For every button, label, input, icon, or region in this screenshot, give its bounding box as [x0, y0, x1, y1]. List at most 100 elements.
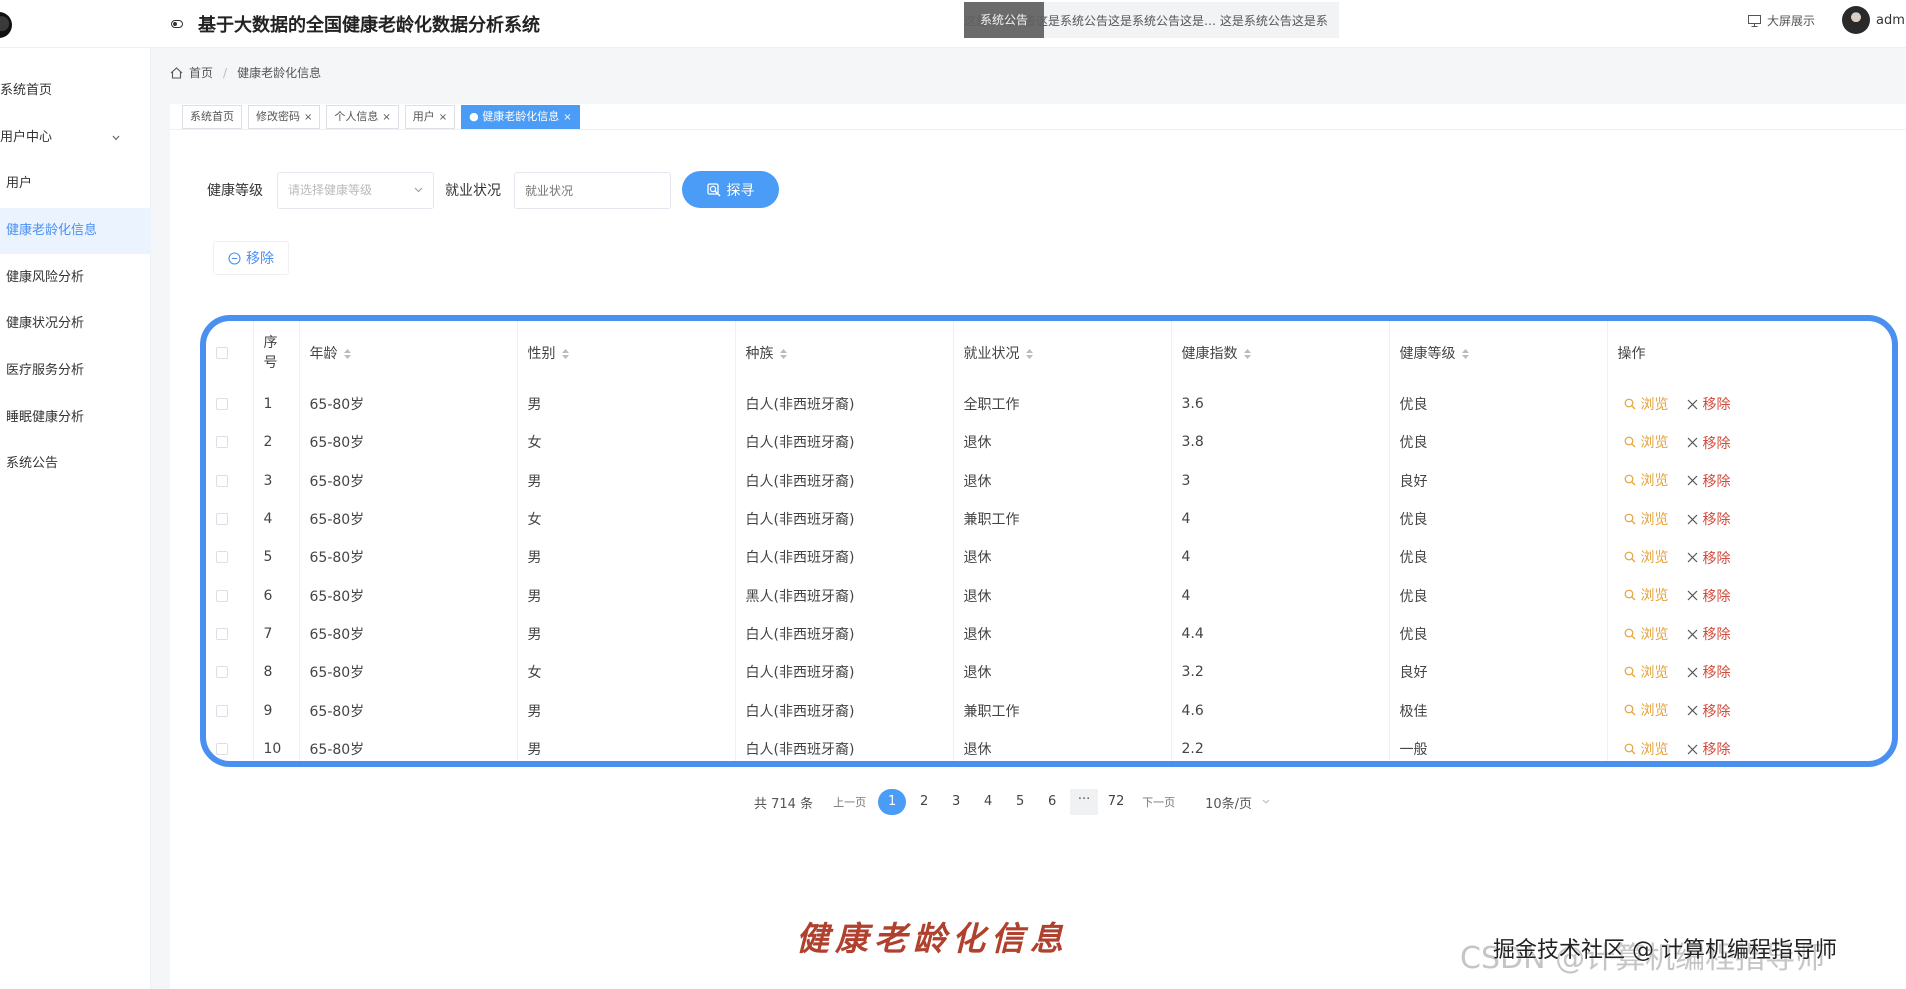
user-menu[interactable]: admi	[1842, 6, 1906, 34]
employment-input[interactable]	[514, 172, 671, 209]
column-header-level[interactable]: 健康等级	[1389, 321, 1608, 385]
row-checkbox[interactable]	[216, 742, 228, 755]
delete-button[interactable]: 移除	[1687, 471, 1731, 491]
cell-health-index: 3	[1171, 461, 1390, 500]
cell-gender: 男	[517, 385, 736, 424]
breadcrumb-home[interactable]: 首页	[189, 64, 213, 81]
close-icon[interactable]: ×	[382, 112, 390, 123]
row-checkbox[interactable]	[216, 436, 228, 449]
row-checkbox[interactable]	[216, 513, 228, 526]
view-button[interactable]: 浏览	[1624, 585, 1669, 605]
pagination-page-2[interactable]: 2	[910, 789, 938, 815]
cell-health-index: 3.2	[1171, 653, 1390, 692]
row-checkbox[interactable]	[216, 398, 228, 411]
cell-health-level: 优良	[1389, 576, 1608, 615]
notice-marquee[interactable]: 这是系统公告这是系统公告这是系统公告这是… 这是系统公告这是系 系统公告	[964, 2, 1339, 38]
sidebar-item-status-analysis[interactable]: 健康状况分析	[0, 301, 151, 347]
chevron-down-icon	[1262, 799, 1270, 804]
close-icon[interactable]: ×	[563, 112, 571, 123]
search-icon	[1624, 743, 1635, 755]
big-screen-link[interactable]: 大屏展示	[1748, 12, 1815, 29]
table-row: 7 65-80岁男白人(非西班牙裔) 退休 4.4 优良 浏览 移除	[206, 614, 1892, 654]
close-icon	[1687, 744, 1697, 754]
tag-change-password[interactable]: 修改密码 ×	[248, 104, 321, 129]
pagination-next[interactable]: 下一页	[1142, 794, 1175, 810]
close-icon[interactable]: ×	[304, 112, 312, 123]
row-checkbox[interactable]	[216, 627, 228, 640]
tag-profile[interactable]: 个人信息 ×	[326, 104, 399, 129]
sort-icon	[1243, 349, 1251, 359]
search-button-label: 探寻	[726, 182, 755, 199]
pagination-page-6[interactable]: 6	[1038, 789, 1066, 815]
close-icon[interactable]: ×	[439, 112, 447, 123]
delete-button[interactable]: 移除	[1687, 662, 1731, 682]
sidebar-item-user-center[interactable]: 用户中心	[0, 115, 151, 161]
sidebar-item-health-aging[interactable]: 健康老龄化信息	[0, 208, 151, 254]
sidebar-item-risk-analysis[interactable]: 健康风险分析	[0, 255, 151, 301]
sidebar-item-medical-analysis[interactable]: 医疗服务分析	[0, 348, 151, 394]
cell-gender: 男	[517, 691, 736, 730]
view-button[interactable]: 浏览	[1624, 470, 1669, 490]
tag-home[interactable]: 系统首页	[182, 104, 242, 129]
cell-race: 白人(非西班牙裔)	[735, 691, 954, 730]
delete-button[interactable]: 移除	[1687, 624, 1731, 644]
view-button[interactable]: 浏览	[1624, 509, 1669, 529]
view-button[interactable]: 浏览	[1624, 432, 1669, 452]
view-button[interactable]: 浏览	[1624, 700, 1669, 720]
row-checkbox[interactable]	[216, 589, 228, 602]
pagination-prev[interactable]: 上一页	[833, 794, 866, 810]
pagination-page-5[interactable]: 5	[1006, 789, 1034, 815]
pagination-page-3[interactable]: 3	[942, 789, 970, 815]
tag-health-aging[interactable]: ● 健康老龄化信息 ×	[461, 104, 580, 129]
view-button[interactable]: 浏览	[1624, 547, 1669, 567]
big-screen-label: 大屏展示	[1767, 14, 1816, 28]
cell-health-index: 4.6	[1171, 691, 1390, 730]
pagination-page-4[interactable]: 4	[974, 789, 1002, 815]
delete-button[interactable]: 移除	[1687, 701, 1731, 721]
tag-users[interactable]: 用户 ×	[404, 104, 456, 129]
column-header-employment[interactable]: 就业状况	[953, 321, 1172, 385]
health-level-select[interactable]: 请选择健康等级	[277, 172, 434, 209]
row-checkbox[interactable]	[216, 551, 228, 564]
delete-button[interactable]: 移除	[1687, 586, 1731, 606]
table-body: 1 65-80岁男白人(非西班牙裔) 全职工作 3.6 优良 浏览 移除 2 65-80岁女白人…	[206, 385, 1892, 761]
column-header-index[interactable]: 健康指数	[1171, 321, 1390, 385]
sidebar-item-notice[interactable]: 系统公告	[0, 441, 151, 487]
sidebar-item-sleep-analysis[interactable]: 睡眠健康分析	[0, 395, 151, 441]
sidebar-item-home[interactable]: 系统首页	[0, 68, 151, 114]
delete-button[interactable]: 移除	[1687, 433, 1731, 453]
cell-race: 白人(非西班牙裔)	[735, 461, 954, 500]
close-icon	[1687, 552, 1697, 563]
batch-remove-button[interactable]: 移除	[213, 241, 289, 275]
delete-button[interactable]: 移除	[1687, 509, 1731, 529]
search-button[interactable]: 探寻	[682, 171, 779, 208]
table-header-row: 序号 年龄 性别 种族 就业状况 健康指数 健康等级 操作	[206, 321, 1892, 385]
cell-gender: 男	[517, 614, 736, 654]
view-button[interactable]: 浏览	[1624, 739, 1669, 759]
pagination-page-last[interactable]: 72	[1102, 789, 1130, 815]
view-button[interactable]: 浏览	[1624, 662, 1669, 682]
delete-button[interactable]: 移除	[1687, 548, 1731, 568]
select-all-checkbox[interactable]	[216, 347, 228, 359]
row-checkbox[interactable]	[216, 474, 228, 487]
column-header-age[interactable]: 年龄	[299, 321, 518, 385]
row-select-cell	[206, 538, 254, 577]
delete-button[interactable]: 移除	[1687, 739, 1731, 759]
pagination-page-1[interactable]: 1	[878, 789, 907, 815]
column-header-gender[interactable]: 性别	[517, 321, 736, 385]
page-size-select[interactable]: 10条/页	[1205, 793, 1270, 812]
view-button[interactable]: 浏览	[1624, 394, 1669, 414]
collapse-sidebar-icon[interactable]	[171, 20, 183, 28]
view-button[interactable]: 浏览	[1624, 624, 1669, 644]
pagination-ellipsis[interactable]: ···	[1070, 789, 1099, 815]
cell-race: 白人(非西班牙裔)	[735, 614, 954, 654]
column-header-race[interactable]: 种族	[735, 321, 954, 385]
table-row: 8 65-80岁女白人(非西班牙裔) 退休 3.2 良好 浏览 移除	[206, 653, 1892, 692]
delete-button[interactable]: 移除	[1687, 394, 1731, 414]
row-checkbox[interactable]	[216, 704, 228, 717]
sidebar-item-users[interactable]: 用户	[0, 161, 151, 207]
row-checkbox[interactable]	[216, 666, 228, 679]
batch-remove-label: 移除	[246, 251, 274, 267]
cell-employment: 退休	[953, 538, 1172, 577]
search-icon	[1624, 513, 1635, 525]
